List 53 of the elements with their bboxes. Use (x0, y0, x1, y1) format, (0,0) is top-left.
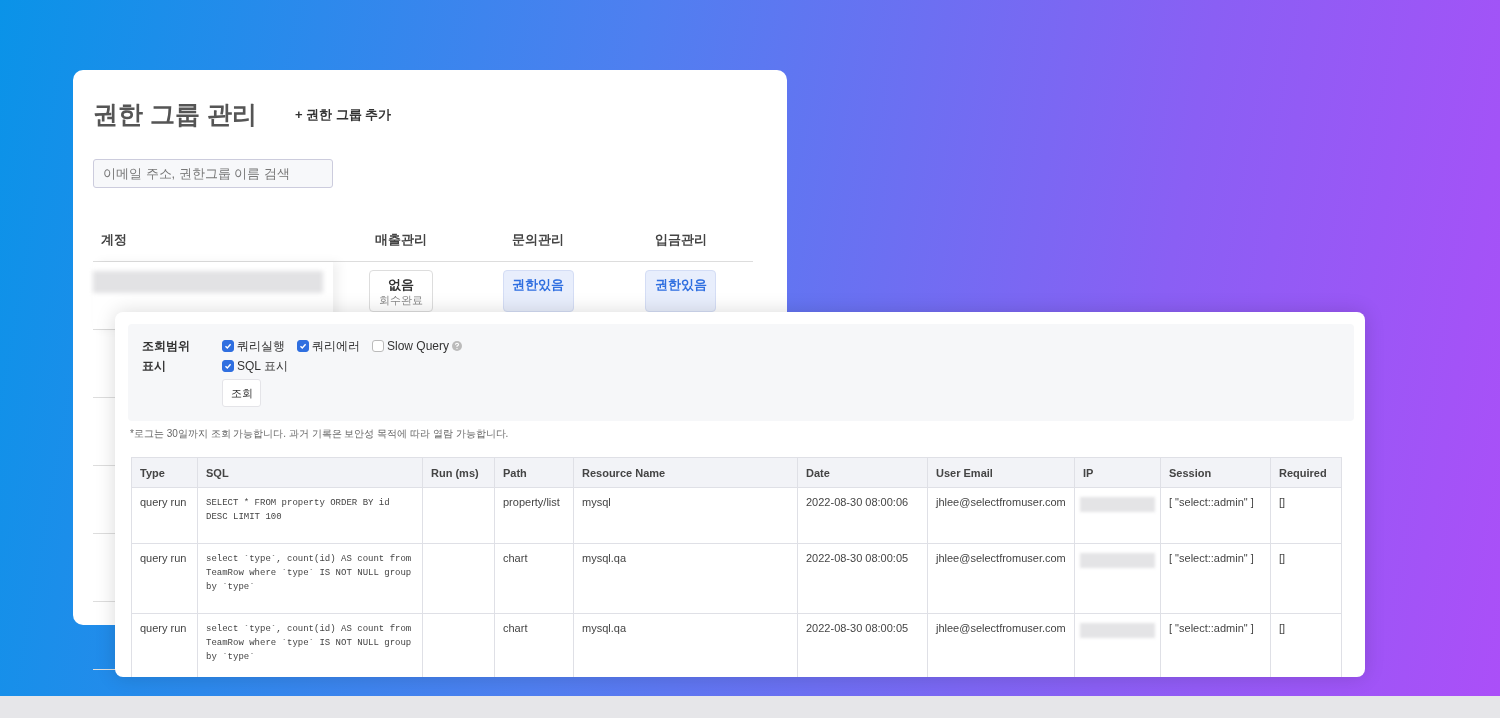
sql-cell: SELECT * FROM property ORDER BY id DESC LIMIT 100 (197, 487, 423, 544)
column-header: 매출관리 (373, 231, 428, 249)
column-header: Required (1270, 457, 1342, 488)
checkmark-icon (224, 342, 232, 350)
note-text: *로그는 30일까지 조회 가능합니다. 과거 기록은 보안성 목적에 따라 열람 가능합니다. (130, 427, 510, 441)
table-cell: chart (494, 543, 574, 614)
checkbox[interactable] (297, 340, 309, 352)
page-title: 권한 그룹 관리 (93, 99, 257, 130)
filter-label: 조회범위 (142, 337, 191, 355)
checkbox-option[interactable]: Slow Query (372, 339, 450, 353)
table-cell: [ "select::admin" ] (1160, 487, 1271, 544)
table-cell: jhlee@selectfromuser.com (927, 543, 1075, 614)
search-button[interactable]: 조회 (222, 379, 261, 407)
permission-button[interactable]: 권한있음 (502, 270, 574, 312)
checkbox[interactable] (372, 340, 384, 352)
table-cell: [] (1270, 487, 1342, 544)
checkbox-option[interactable]: 쿼리실행 (222, 337, 285, 355)
table-cell: 2022-08-30 08:00:05 (797, 543, 928, 614)
column-header: Run (ms) (422, 457, 495, 488)
column-header: 문의관리 (511, 231, 565, 249)
checkmark-icon (299, 342, 307, 350)
table-cell: jhlee@selectfromuser.com (927, 487, 1075, 544)
add-group-button[interactable]: + 권한 그룹 추가 (290, 101, 396, 128)
sql-cell: select `type`, count(id) AS count from TeamRow where `type` IS NOT NULL group by `type` (197, 543, 423, 614)
checkbox-option[interactable]: SQL 표시 (222, 357, 288, 375)
column-header: Resource Name (573, 457, 798, 488)
checkmark-icon (224, 362, 232, 370)
search-field[interactable]: 이메일 주소, 권한그룹 이름 검색 (93, 159, 333, 188)
table-cell: query run (131, 613, 198, 677)
table-cell: query run (131, 543, 198, 614)
column-header: Date (797, 457, 928, 488)
table-cell: 2022-08-30 08:00:06 (797, 487, 928, 544)
checkbox[interactable] (222, 360, 234, 372)
table-cell: query run (131, 487, 198, 544)
column-header: IP (1074, 457, 1161, 488)
permission-button[interactable]: 없음 회수완료 (368, 270, 433, 312)
permission-button[interactable]: 권한있음 (645, 270, 716, 312)
table-cell: mysql.qa (573, 543, 798, 614)
checkbox-option[interactable]: 쿼리에러 (297, 337, 360, 355)
column-header: 계정 (100, 231, 128, 249)
column-header: Type (131, 457, 198, 488)
checkbox[interactable] (222, 340, 234, 352)
table-cell: [ "select::admin" ] (1160, 543, 1271, 614)
table-cell: mysql (573, 487, 798, 544)
filter-label: 표시 (142, 357, 167, 375)
column-header: Session (1160, 457, 1271, 488)
column-header: 입금관리 (653, 231, 708, 249)
column-header: Path (494, 457, 574, 488)
column-header: SQL (197, 457, 423, 488)
table-cell: property/list (494, 487, 574, 544)
permission-status: 회수완료 (378, 294, 423, 307)
table-cell: [] (1270, 543, 1342, 614)
column-header: User Email (927, 457, 1075, 488)
